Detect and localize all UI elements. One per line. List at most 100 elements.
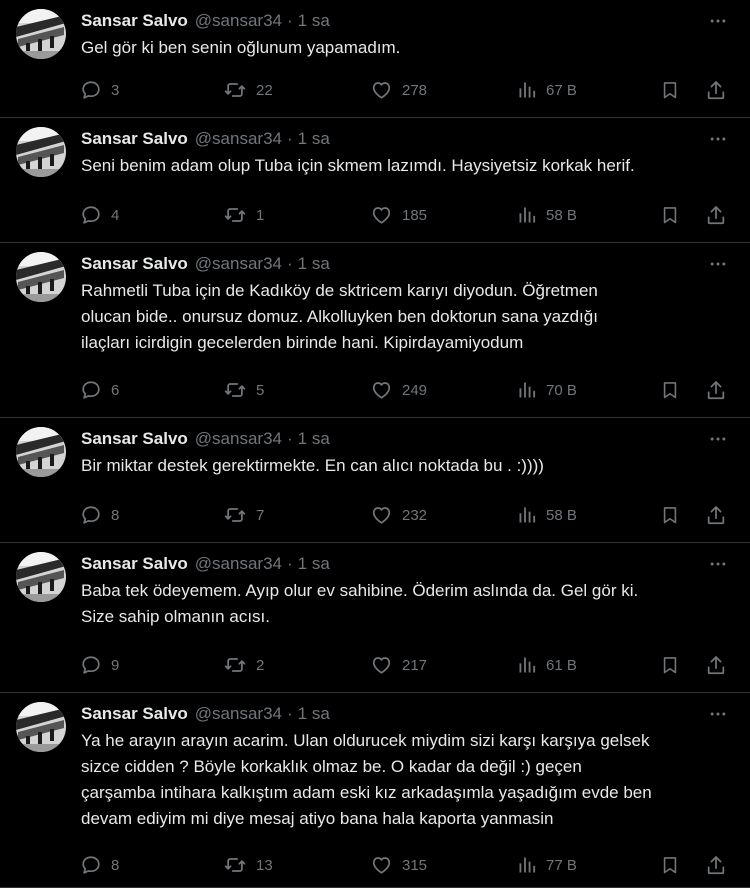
like-button[interactable]: 217	[370, 653, 427, 677]
views-button[interactable]: 77 B	[517, 853, 577, 877]
retweet-count: 1	[256, 206, 265, 224]
bookmark-button[interactable]	[660, 78, 680, 102]
timestamp[interactable]: 1 sa	[298, 254, 330, 274]
separator-dot: ·	[286, 429, 293, 448]
retweet-icon	[223, 654, 247, 676]
tweet-text-line: Size sahip olmanın acısı.	[81, 607, 270, 626]
like-button[interactable]: 315	[370, 853, 427, 877]
tweet[interactable]: Sansar Salvo @sansar34 · 1 sa Rahmetli Tuba …	[0, 243, 750, 418]
views-button[interactable]: 58 B	[517, 203, 577, 227]
like-button[interactable]: 232	[370, 503, 427, 527]
tweet[interactable]: Sansar Salvo @sansar34 · 1 sa Gel gör ki ben…	[0, 0, 750, 118]
tweet[interactable]: Sansar Salvo @sansar34 · 1 sa Ya he arayın a…	[0, 693, 750, 888]
tweet-header: Sansar Salvo @sansar34 · 1 sa	[81, 9, 330, 33]
reply-button[interactable]: 6	[80, 378, 119, 402]
like-button[interactable]: 249	[370, 378, 427, 402]
share-button[interactable]	[705, 503, 727, 527]
tweet-text: Gel gör ki ben senin oğlunum yapamadım.	[81, 35, 731, 61]
author-name[interactable]: Sansar Salvo	[81, 704, 188, 724]
share-button[interactable]	[705, 653, 727, 677]
bookmark-button[interactable]	[660, 653, 680, 677]
reply-button[interactable]: 4	[80, 203, 119, 227]
share-button[interactable]	[705, 853, 727, 877]
author-name[interactable]: Sansar Salvo	[81, 554, 188, 574]
share-button[interactable]	[705, 78, 727, 102]
bookmark-button[interactable]	[660, 853, 680, 877]
author-name[interactable]: Sansar Salvo	[81, 254, 188, 274]
tweet-text: Seni benim adam olup Tuba için skmem laz…	[81, 153, 731, 179]
retweet-button[interactable]: 7	[223, 503, 264, 527]
tweet-text-line: Seni benim adam olup Tuba için skmem laz…	[81, 156, 635, 175]
bookmark-button[interactable]	[660, 378, 680, 402]
retweet-button[interactable]: 5	[223, 378, 264, 402]
retweet-button[interactable]: 13	[223, 853, 273, 877]
author-handle[interactable]: @sansar34	[195, 429, 282, 449]
avatar[interactable]	[16, 127, 66, 177]
reply-button[interactable]: 3	[80, 78, 119, 102]
views-button[interactable]: 58 B	[517, 503, 577, 527]
like-count: 217	[402, 656, 428, 674]
share-icon	[705, 654, 727, 676]
share-button[interactable]	[705, 203, 727, 227]
share-button[interactable]	[705, 378, 727, 402]
tweet[interactable]: Sansar Salvo @sansar34 · 1 sa Seni benim ada…	[0, 118, 750, 243]
more-dots-icon[interactable]	[706, 9, 730, 33]
more-dots-icon[interactable]	[706, 252, 730, 276]
author-handle[interactable]: @sansar34	[195, 254, 282, 274]
author-name[interactable]: Sansar Salvo	[81, 11, 188, 31]
views-button[interactable]: 61 B	[517, 653, 577, 677]
timestamp[interactable]: 1 sa	[298, 129, 330, 149]
like-icon	[370, 204, 393, 226]
like-count: 315	[402, 856, 428, 874]
bookmark-icon	[660, 654, 680, 676]
author-name[interactable]: Sansar Salvo	[81, 129, 188, 149]
author-handle[interactable]: @sansar34	[195, 129, 282, 149]
timestamp[interactable]: 1 sa	[298, 554, 330, 574]
tweet-actions: 6 5 249 70 B	[0, 378, 750, 402]
retweet-icon	[223, 79, 247, 101]
separator-dot: ·	[286, 254, 293, 273]
views-button[interactable]: 67 B	[517, 78, 577, 102]
timestamp[interactable]: 1 sa	[298, 429, 330, 449]
author-name[interactable]: Sansar Salvo	[81, 429, 188, 449]
more-dots-icon[interactable]	[706, 702, 730, 726]
tweet-actions: 3 22 278 67 B	[0, 78, 750, 102]
avatar[interactable]	[16, 702, 66, 752]
retweet-icon	[223, 379, 247, 401]
reply-button[interactable]: 9	[80, 653, 119, 677]
timestamp[interactable]: 1 sa	[298, 704, 330, 724]
avatar[interactable]	[16, 252, 66, 302]
avatar[interactable]	[16, 552, 66, 602]
reply-button[interactable]: 8	[80, 853, 119, 877]
views-icon	[517, 204, 537, 226]
like-button[interactable]: 278	[370, 78, 427, 102]
tweet-text-line: çarşamba intihara kalkıştım adam eski kı…	[81, 783, 652, 802]
author-handle[interactable]: @sansar34	[195, 11, 282, 31]
tweet[interactable]: Sansar Salvo @sansar34 · 1 sa Bir miktar des…	[0, 418, 750, 543]
bookmark-icon	[660, 854, 680, 876]
retweet-button[interactable]: 2	[223, 653, 264, 677]
like-button[interactable]: 185	[370, 203, 427, 227]
retweet-icon	[223, 854, 247, 876]
avatar[interactable]	[16, 9, 66, 59]
views-count: 58 B	[546, 206, 577, 224]
avatar[interactable]	[16, 427, 66, 477]
views-button[interactable]: 70 B	[517, 378, 577, 402]
views-icon	[517, 379, 537, 401]
like-count: 249	[402, 381, 428, 399]
reply-button[interactable]: 8	[80, 503, 119, 527]
more-dots-icon[interactable]	[706, 552, 730, 576]
more-dots-icon[interactable]	[706, 427, 730, 451]
retweet-button[interactable]: 22	[223, 78, 273, 102]
tweet-text-line: sizce cidden ? Böyle korkaklık olmaz be.…	[81, 757, 582, 776]
bookmark-button[interactable]	[660, 203, 680, 227]
author-handle[interactable]: @sansar34	[195, 704, 282, 724]
retweet-button[interactable]: 1	[223, 203, 264, 227]
separator-dot: ·	[286, 554, 293, 573]
tweet[interactable]: Sansar Salvo @sansar34 · 1 sa Baba tek ödeye…	[0, 543, 750, 693]
more-dots-icon[interactable]	[706, 127, 730, 151]
timestamp[interactable]: 1 sa	[298, 11, 330, 31]
bookmark-button[interactable]	[660, 503, 680, 527]
retweet-icon	[223, 504, 247, 526]
author-handle[interactable]: @sansar34	[195, 554, 282, 574]
